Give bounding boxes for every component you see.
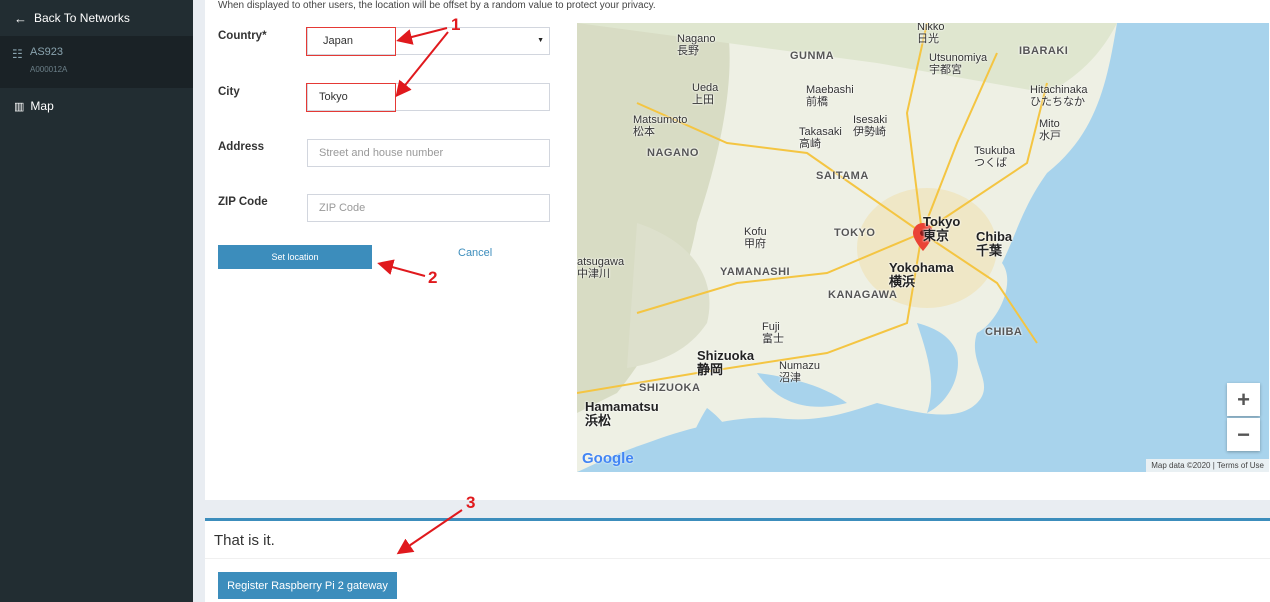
finish-panel: That is it. Register Raspberry Pi 2 gate… xyxy=(205,518,1270,602)
network-id: A000012A xyxy=(30,65,68,74)
caret-down-icon: ▼ xyxy=(537,37,544,44)
set-location-button[interactable]: Set location xyxy=(218,245,372,269)
map-label-ueda: Ueda 上田 xyxy=(692,82,719,106)
map-label-saitama: SAITAMA xyxy=(816,170,869,182)
map-label-atsugawa: atsugawa 中津川 xyxy=(577,256,625,280)
map-label-matsumoto: Matsumoto 松本 xyxy=(633,114,688,138)
country-highlight-box xyxy=(306,27,396,56)
divider xyxy=(205,558,1270,559)
register-gateway-button[interactable]: Register Raspberry Pi 2 gateway xyxy=(218,572,397,599)
map-label-nagano: Nagano 長野 xyxy=(677,33,716,57)
map-label-chiba-pref: CHIBA xyxy=(985,326,1023,338)
cancel-link[interactable]: Cancel xyxy=(458,247,492,259)
location-map[interactable]: Nagano 長野 GUNMA Nikko 日光 IBARAKI Utsunomiy… xyxy=(577,23,1269,472)
map-label-numazu: Numazu 沼津 xyxy=(779,360,820,384)
map-label-takasaki: Takasaki 高崎 xyxy=(799,126,842,150)
sitemap-icon: ☷ xyxy=(12,47,23,61)
map-label-isesaki: Isesaki 伊勢崎 xyxy=(853,114,888,138)
map-label-mito: Mito 水戸 xyxy=(1039,118,1061,142)
back-to-networks-label: Back To Networks xyxy=(34,11,130,25)
zoom-in-button[interactable]: + xyxy=(1227,383,1260,416)
map-label-yamanashi: YAMANASHI xyxy=(720,266,791,278)
sidebar: ← Back To Networks ☷ AS923 A000012A ▥ Ma… xyxy=(0,0,193,602)
address-field[interactable]: Street and house number xyxy=(307,139,550,167)
annotation-2: 2 xyxy=(428,268,438,287)
map-label-yokohama: Yokohama 横浜 xyxy=(889,260,954,289)
map-label-tokyo: Tokyo 東京 xyxy=(923,214,961,243)
map-icon: ▥ xyxy=(14,100,25,113)
zip-label: ZIP Code xyxy=(218,196,268,208)
arrow-left-icon: ← xyxy=(14,10,27,26)
address-label: Address xyxy=(218,141,265,153)
map-label-chiba: Chiba 千葉 xyxy=(976,229,1013,258)
privacy-note: When displayed to other users, the locat… xyxy=(218,0,656,11)
map-label-hitachinaka: Hitachinaka ひたちなか xyxy=(1030,84,1088,108)
zoom-out-button[interactable]: − xyxy=(1227,418,1260,451)
map-label-maebashi: Maebashi 前橋 xyxy=(806,84,854,108)
sidebar-item-map[interactable]: ▥ Map xyxy=(0,92,193,120)
zip-field[interactable]: ZIP Code xyxy=(307,194,550,222)
map-label-shizuoka: Shizuoka 静岡 xyxy=(697,348,755,377)
map-label-nagano-pref: NAGANO xyxy=(647,147,699,159)
network-name: AS923 xyxy=(30,46,64,58)
map-label-hamamatsu: Hamamatsu 浜松 xyxy=(585,399,659,428)
network-item[interactable]: ☷ AS923 A000012A xyxy=(0,36,193,88)
google-logo: Google xyxy=(582,450,634,467)
map-terrain xyxy=(577,23,1117,472)
annotation-1: 1 xyxy=(451,15,461,34)
map-label-kofu: Kofu 甲府 xyxy=(744,226,767,250)
that-is-it-text: That is it. xyxy=(214,532,275,549)
map-label-utsunomiya: Utsunomiya 宇都宮 xyxy=(929,52,988,76)
map-label-tokyo-pref: TOKYO xyxy=(834,227,876,239)
map-label-kanagawa: KANAGAWA xyxy=(828,289,898,301)
sidebar-item-map-label: Map xyxy=(30,99,54,113)
map-label-ibaraki: IBARAKI xyxy=(1019,45,1069,57)
map-label-shizuoka-pref: SHIZUOKA xyxy=(639,382,701,394)
annotation-3: 3 xyxy=(466,493,476,512)
map-label-nikko: Nikko 日光 xyxy=(917,23,945,45)
map-label-fuji: Fuji 富士 xyxy=(762,321,784,345)
country-label: Country* xyxy=(218,30,267,42)
city-label: City xyxy=(218,86,240,98)
back-to-networks-link[interactable]: ← Back To Networks xyxy=(0,0,193,36)
map-footer[interactable]: Map data ©2020 | Terms of Use xyxy=(1146,459,1269,472)
map-label-gunma: GUNMA xyxy=(790,50,835,62)
map-label-tsukuba: Tsukuba つくば xyxy=(974,145,1015,169)
city-highlight-box xyxy=(306,83,396,112)
